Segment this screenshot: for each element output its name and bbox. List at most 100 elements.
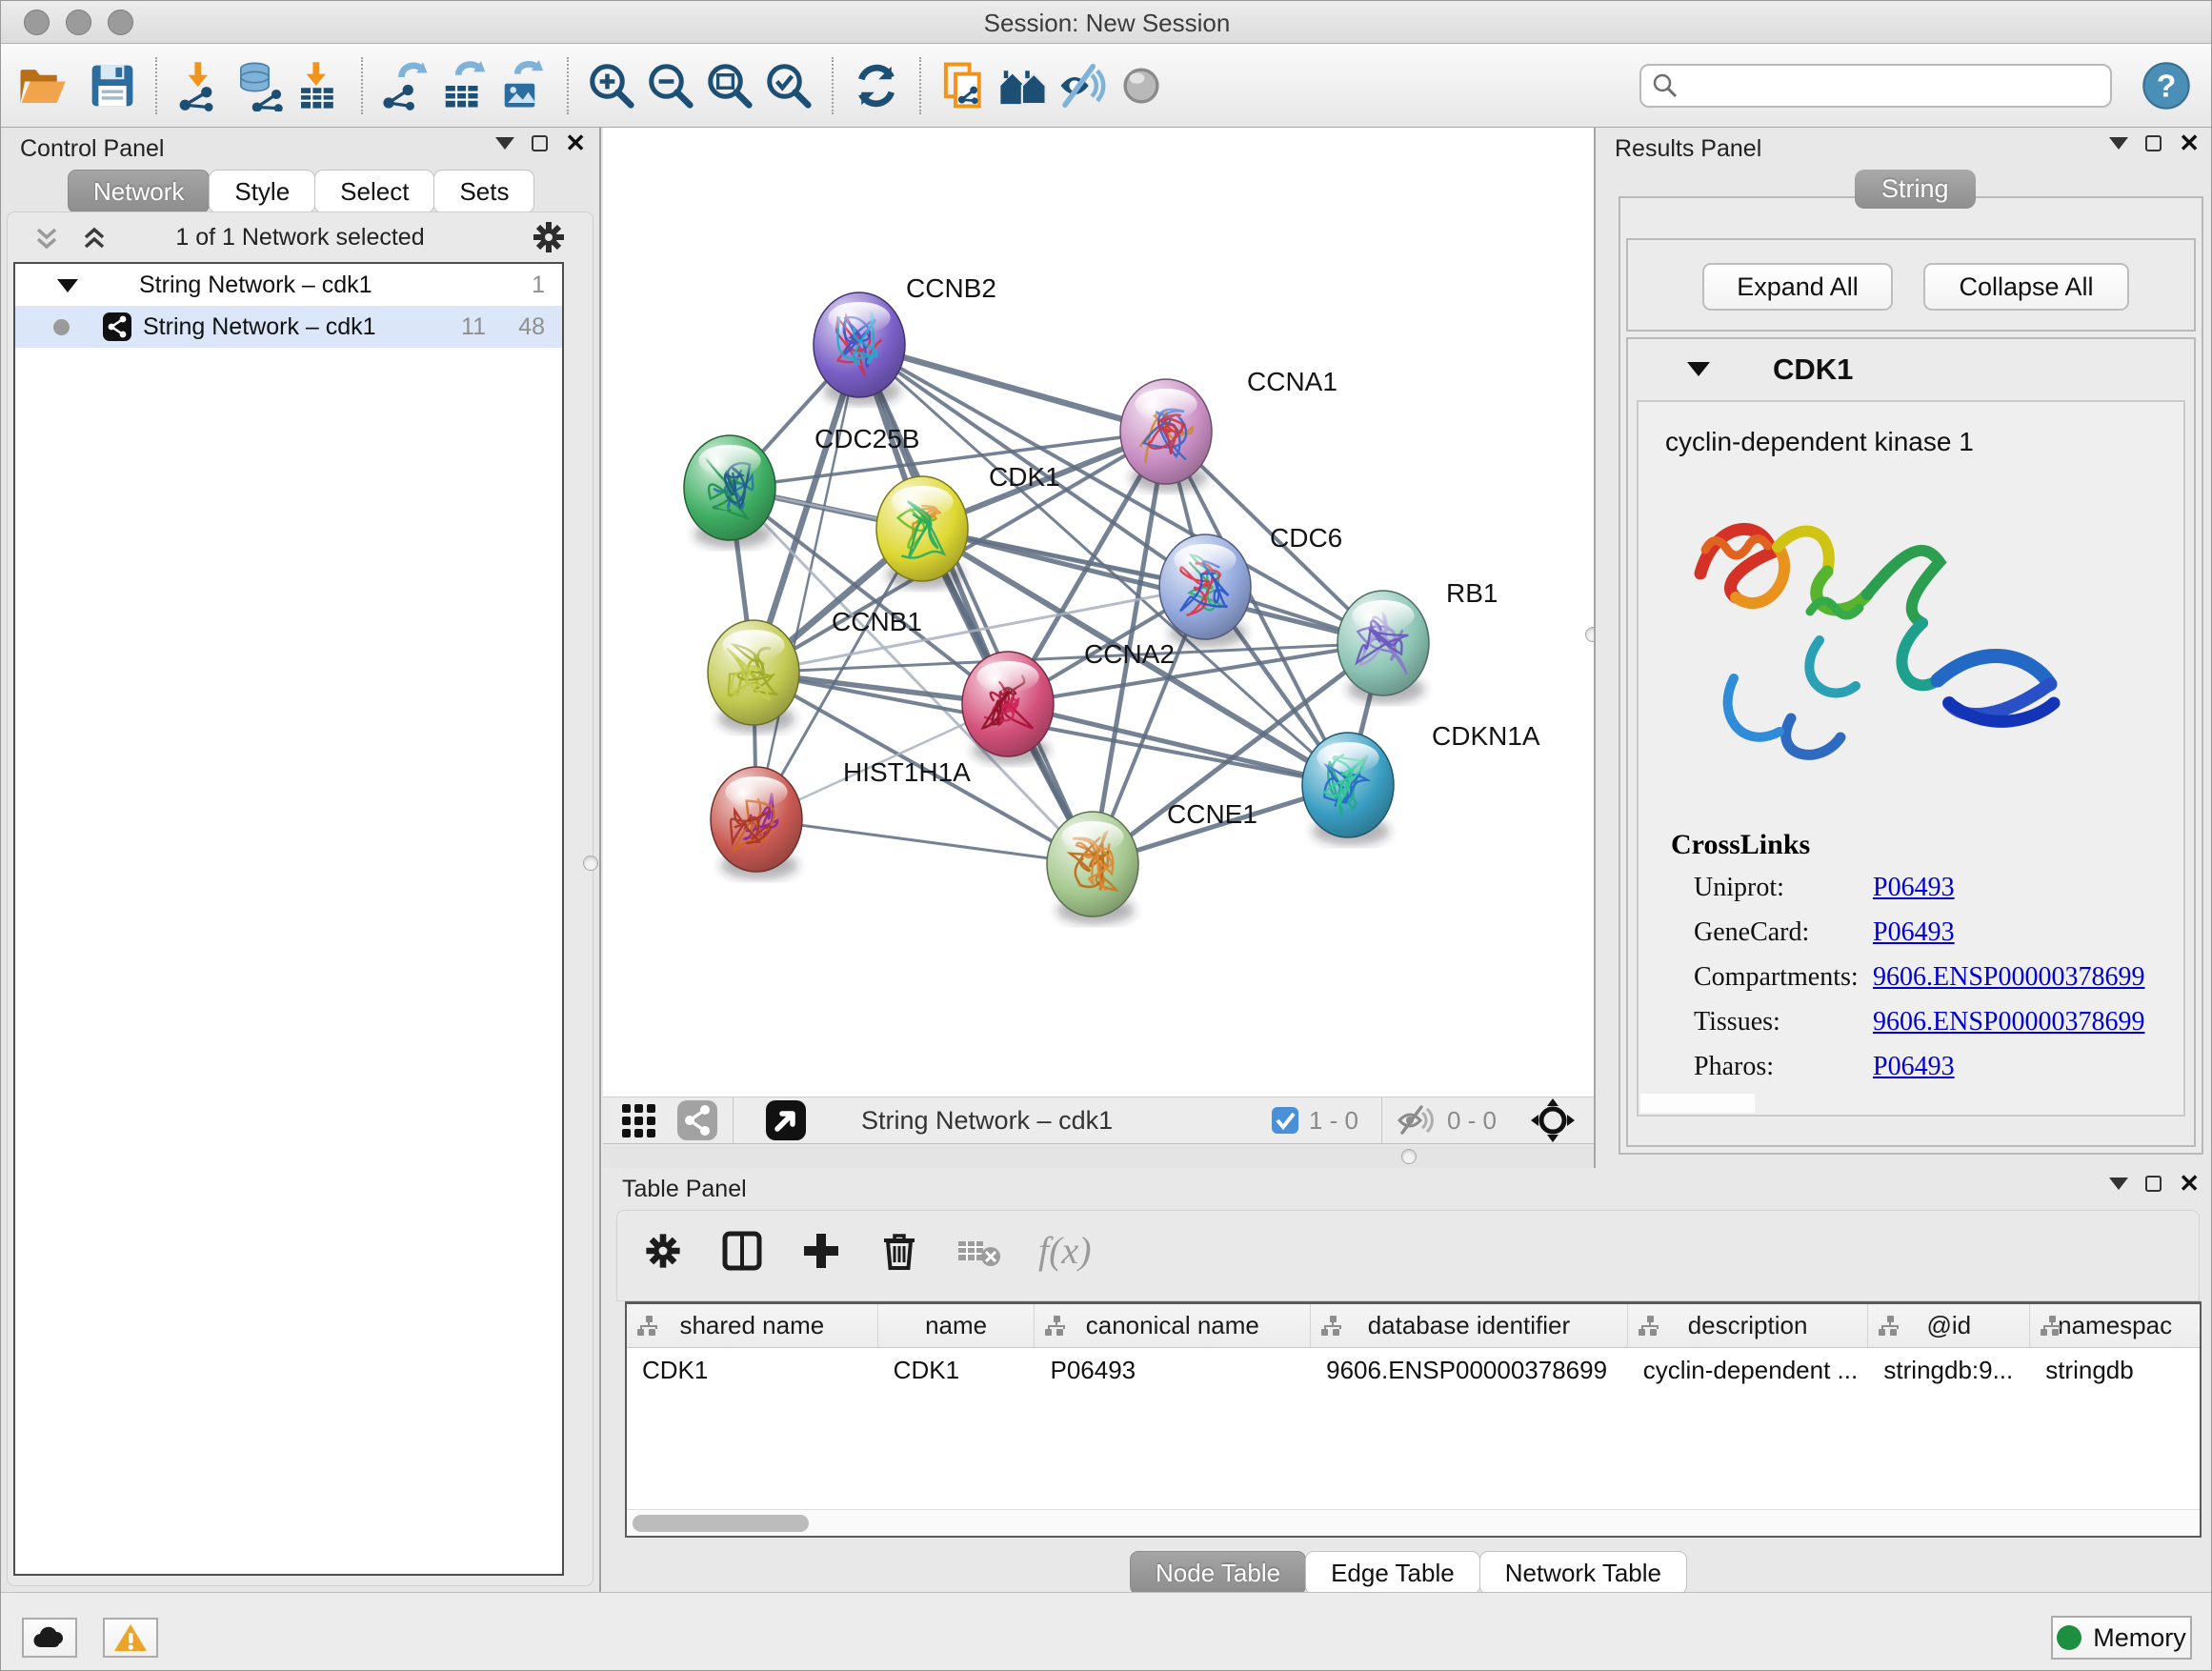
control-panel-tabs: Network Style Select Sets <box>68 170 533 213</box>
network-collection-row[interactable]: String Network – cdk1 1 <box>15 264 562 306</box>
add-column-icon[interactable] <box>800 1230 842 1272</box>
home-networks-icon[interactable] <box>994 56 1053 115</box>
status-bar: Memory <box>1 1592 2212 1671</box>
expand-all-button[interactable]: Expand All <box>1702 263 1893 311</box>
crosslink-compartments-link[interactable]: 9606.ENSP00000378699 <box>1873 962 2144 1007</box>
birdseye-crosshair-icon[interactable] <box>1529 1097 1577 1144</box>
network-label: String Network – cdk1 <box>143 313 376 341</box>
copy-annotation-icon[interactable] <box>935 56 994 115</box>
tab-sets[interactable]: Sets <box>433 170 534 213</box>
function-builder-icon[interactable]: f(x) <box>1038 1228 1092 1273</box>
string-network-graph[interactable]: CCNB2CCNA1CDC25BCDK1CDC6RB1CCNB1CCNA2CDK… <box>603 128 1594 1097</box>
zoom-out-icon[interactable] <box>641 56 700 115</box>
entry-collapse-icon[interactable] <box>1687 362 1710 376</box>
scrollbar-thumb[interactable] <box>633 1515 809 1532</box>
import-table-icon[interactable] <box>289 56 348 115</box>
network-node-CDK1[interactable]: CDK1 <box>876 462 1060 589</box>
selected-checkbox-icon[interactable] <box>1271 1106 1299 1135</box>
crosslink-label: Uniprot: <box>1671 873 1873 917</box>
network-node-RB1[interactable]: RB1 <box>1337 578 1498 703</box>
results-scroll-area[interactable] <box>1640 1094 1755 1113</box>
crosslink-tissues-link[interactable]: 9606.ENSP00000378699 <box>1873 1007 2144 1052</box>
apply-layout-icon[interactable] <box>847 56 906 115</box>
close-panel-icon[interactable]: ✕ <box>565 135 586 151</box>
export-image-icon[interactable] <box>494 56 553 115</box>
help-icon[interactable]: ? <box>2137 56 2196 115</box>
float-table-panel-icon[interactable] <box>2109 1178 2128 1190</box>
delete-column-icon[interactable] <box>878 1230 920 1272</box>
column-header-shared-name[interactable]: shared name <box>627 1304 878 1347</box>
warning-status-button[interactable] <box>103 1618 158 1658</box>
maximize-panel-icon[interactable] <box>532 135 548 151</box>
cell-canonical-name: P06493 <box>1035 1348 1311 1392</box>
network-edge-CCNB2-HIST1H1A[interactable] <box>756 345 859 819</box>
cloud-status-button[interactable] <box>22 1618 77 1658</box>
table-options-gear-icon[interactable] <box>642 1230 684 1272</box>
float-results-panel-icon[interactable] <box>2109 137 2128 150</box>
hide-details-eye-icon[interactable] <box>1053 56 1112 115</box>
network-options-gear-icon[interactable] <box>530 218 568 261</box>
tab-style[interactable]: Style <box>209 170 315 213</box>
left-splitter-handle-dot[interactable] <box>583 856 598 871</box>
network-view-canvas[interactable]: CCNB2CCNA1CDC25BCDK1CDC6RB1CCNB1CCNA2CDK… <box>603 128 1594 1097</box>
hidden-eye-slash-icon[interactable] <box>1396 1103 1438 1137</box>
network-node-CDKN1A[interactable]: CDKN1A <box>1302 721 1540 845</box>
collection-expand-icon[interactable] <box>57 279 78 292</box>
show-columns-icon[interactable] <box>720 1229 764 1273</box>
table-row[interactable]: CDK1 CDK1 P06493 9606.ENSP00000378699 cy… <box>627 1348 2200 1392</box>
tab-network[interactable]: Network <box>68 170 210 213</box>
cloud-icon <box>31 1624 68 1651</box>
column-header-namespace[interactable]: namespac <box>2030 1304 2200 1347</box>
column-header-name[interactable]: name <box>878 1304 1036 1347</box>
splitter-handle-dot[interactable] <box>1401 1149 1417 1164</box>
float-panel-icon[interactable] <box>495 137 514 150</box>
column-header-id[interactable]: @id <box>1868 1304 2030 1347</box>
network-edge-HIST1H1A-CCNE1[interactable] <box>756 819 1093 864</box>
network-node-CCNA1[interactable]: CCNA1 <box>1120 367 1337 492</box>
cdk1-entry-header[interactable]: CDK1 <box>1628 339 2194 400</box>
network-row[interactable]: String Network – cdk1 11 48 <box>15 306 562 348</box>
selected-counts: 1 - 0 <box>1309 1106 1358 1136</box>
window-title: Session: New Session <box>1 9 2212 38</box>
maximize-table-panel-icon[interactable] <box>2145 1176 2162 1192</box>
memory-button[interactable]: Memory <box>2051 1616 2192 1660</box>
column-header-database-identifier[interactable]: database identifier <box>1311 1304 1628 1347</box>
tab-network-table[interactable]: Network Table <box>1479 1551 1687 1595</box>
crosslink-label: GeneCard: <box>1671 917 1873 962</box>
zoom-selected-icon[interactable] <box>759 56 818 115</box>
close-table-panel-icon[interactable]: ✕ <box>2179 1176 2200 1192</box>
table-horizontal-scrollbar[interactable] <box>627 1509 2200 1536</box>
crosslink-genecard-link[interactable]: P06493 <box>1873 917 1955 962</box>
maximize-results-panel-icon[interactable] <box>2145 135 2162 151</box>
crosslink-pharos-link[interactable]: P06493 <box>1873 1052 1955 1097</box>
network-node-CDC6[interactable]: CDC6 <box>1159 523 1342 647</box>
tab-select[interactable]: Select <box>314 170 434 213</box>
delete-table-icon[interactable] <box>956 1234 1002 1268</box>
results-panel-title: Results Panel <box>1615 135 1761 163</box>
node-label-CDKN1A: CDKN1A <box>1432 721 1540 751</box>
zoom-in-icon[interactable] <box>582 56 641 115</box>
tab-edge-table[interactable]: Edge Table <box>1305 1551 1480 1595</box>
node-label-CCNE1: CCNE1 <box>1167 799 1257 829</box>
open-in-window-icon[interactable] <box>764 1098 808 1142</box>
crosslink-uniprot-link[interactable]: P06493 <box>1873 873 1955 917</box>
network-node-HIST1H1A[interactable]: HIST1H1A <box>711 757 971 879</box>
search-field[interactable] <box>1639 64 2112 108</box>
column-header-canonical-name[interactable]: canonical name <box>1035 1304 1311 1347</box>
grid-view-icon[interactable] <box>618 1098 662 1142</box>
tab-node-table[interactable]: Node Table <box>1130 1551 1306 1595</box>
close-results-panel-icon[interactable]: ✕ <box>2179 135 2200 151</box>
show-annotations-eye-icon[interactable] <box>1112 56 1171 115</box>
import-network-database-icon[interactable] <box>230 56 289 115</box>
save-session-icon[interactable] <box>83 56 142 115</box>
export-table-icon[interactable] <box>435 56 494 115</box>
collapse-all-button[interactable]: Collapse All <box>1923 263 2129 311</box>
search-input[interactable] <box>1679 72 2080 99</box>
export-network-icon[interactable] <box>376 56 435 115</box>
column-header-description[interactable]: description <box>1628 1304 1869 1347</box>
import-network-icon[interactable] <box>171 56 230 115</box>
share-view-icon[interactable] <box>675 1098 719 1142</box>
tab-string-results[interactable]: String <box>1855 170 1976 209</box>
open-session-icon[interactable] <box>12 56 71 115</box>
zoom-fit-icon[interactable] <box>700 56 759 115</box>
